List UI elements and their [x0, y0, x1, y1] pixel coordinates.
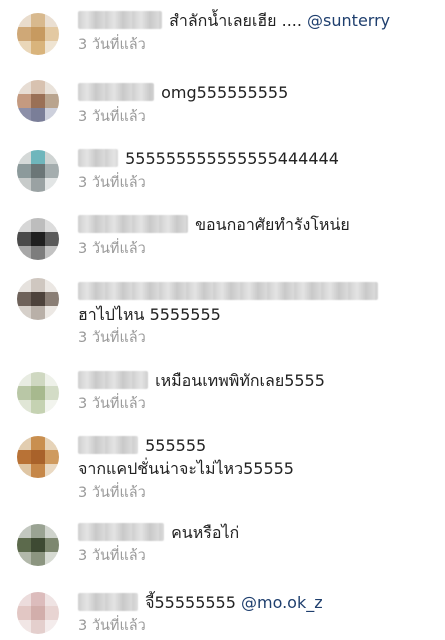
comment-time: 3 วันที่แล้ว — [78, 37, 146, 53]
avatar[interactable] — [17, 592, 59, 634]
comment-text: ฮาไปไหน 5555555 — [78, 305, 221, 324]
avatar[interactable] — [17, 13, 59, 55]
comment-text: 555555 — [78, 435, 206, 457]
comment-body: คนหรือไก่ — [171, 523, 240, 542]
avatar[interactable] — [17, 80, 59, 122]
comment-body: จี้55555555 — [145, 593, 236, 612]
mention-link[interactable]: @mo.ok_z — [241, 593, 323, 612]
avatar[interactable] — [17, 150, 59, 192]
comment-time: 3 วันที่แล้ว — [78, 396, 146, 412]
avatar[interactable] — [17, 524, 59, 566]
blurred-username[interactable] — [78, 436, 138, 454]
comment-text-continued: จากแคปชั่นน่าจะไม่ไหว55555 — [78, 459, 294, 478]
comment-text: เหมือนเทพพิทักเลย5555 — [78, 370, 325, 392]
blurred-username[interactable] — [78, 215, 188, 233]
comment-time: 3 วันที่แล้ว — [78, 618, 146, 634]
blurred-username[interactable] — [78, 593, 138, 611]
comment-text: ขอนกอาศัยทำรังโหน่ย — [78, 214, 350, 236]
comment-time: 3 วันที่แล้ว — [78, 330, 146, 346]
blurred-username[interactable] — [78, 149, 118, 167]
comment-body: เหมือนเทพพิทักเลย5555 — [155, 371, 325, 390]
avatar[interactable] — [17, 218, 59, 260]
comment-time: 3 วันที่แล้ว — [78, 241, 146, 257]
blurred-username[interactable] — [78, 11, 162, 29]
blurred-username[interactable] — [78, 282, 378, 300]
avatar[interactable] — [17, 372, 59, 414]
comment-time: 3 วันที่แล้ว — [78, 175, 146, 191]
comment-text: 555555555555555444444 — [78, 148, 339, 170]
comment-body: 555555 — [145, 436, 207, 455]
comment-body: omg555555555 — [161, 83, 289, 102]
blurred-username[interactable] — [78, 523, 164, 541]
comment-text: จี้55555555 @mo.ok_z — [78, 592, 323, 614]
comment-text: สำลักน้ำเลยเฮีย .... @sunterry — [78, 10, 390, 32]
comment-text: omg555555555 — [78, 82, 288, 104]
comment-text: คนหรือไก่ — [78, 522, 239, 544]
comment-time: 3 วันที่แล้ว — [78, 109, 146, 125]
mention-link[interactable]: @sunterry — [307, 11, 390, 30]
avatar[interactable] — [17, 278, 59, 320]
comment-body: 555555555555555444444 — [125, 149, 339, 168]
comment-time: 3 วันที่แล้ว — [78, 548, 146, 564]
comment-time: 3 วันที่แล้ว — [78, 485, 146, 501]
comment-body: ขอนกอาศัยทำรังโหน่ย — [195, 215, 350, 234]
blurred-username[interactable] — [78, 371, 148, 389]
comment-username-line — [78, 281, 380, 303]
comment-list: สำลักน้ำเลยเฮีย .... @sunterry 3 วันที่แ… — [0, 0, 445, 640]
avatar[interactable] — [17, 436, 59, 478]
comment-body: สำลักน้ำเลยเฮีย .... — [169, 11, 302, 30]
blurred-username[interactable] — [78, 83, 154, 101]
